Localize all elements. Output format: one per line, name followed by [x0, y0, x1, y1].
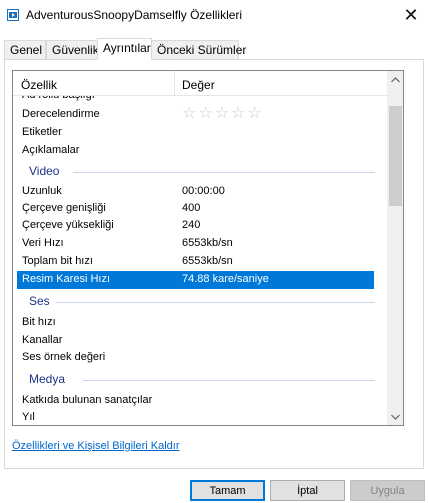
list-item-duration[interactable]: Uzunluk 00:00:00 — [13, 183, 387, 201]
property-name: Uzunluk — [22, 185, 62, 197]
list-item-contributing-artists[interactable]: Katkıda bulunan sanatçılar — [13, 392, 387, 410]
cancel-button[interactable]: İptal — [270, 480, 345, 501]
property-name: Toplam bit hızı — [22, 255, 93, 267]
group-divider — [73, 172, 375, 173]
tab-previous-versions-label: Önceki Sürümler — [157, 43, 247, 57]
list-item-bit-rate[interactable]: Bit hızı — [13, 314, 387, 332]
ok-button[interactable]: Tamam — [190, 480, 265, 501]
list-item-data-rate[interactable]: Veri Hızı 6553kb/sn — [13, 235, 387, 253]
property-name: Yıl — [22, 411, 35, 423]
video-file-icon — [7, 9, 19, 21]
list-item-tags[interactable]: Etiketler — [13, 124, 387, 142]
title-bar: AdventurousSnoopyDamselfly Özellikleri ✕ — [0, 0, 428, 31]
vertical-scrollbar[interactable] — [387, 71, 403, 425]
window-title: AdventurousSnoopyDamselfly Özellikleri — [26, 8, 243, 22]
property-name: Veri Hızı — [22, 237, 64, 249]
list-item-frame-height[interactable]: Çerçeve yüksekliği 240 — [13, 217, 387, 235]
list-body: Ad rollü başlığı Derecelendirme ☆ ☆ ☆ ☆ … — [13, 96, 387, 425]
scroll-up-button[interactable] — [387, 71, 403, 88]
column-header-property[interactable]: Özellik — [13, 71, 175, 96]
tab-previous-versions[interactable]: Önceki Sürümler — [151, 40, 246, 59]
remove-properties-link[interactable]: Özellikleri ve Kişisel Bilgileri Kaldır — [12, 440, 180, 452]
close-icon: ✕ — [403, 5, 419, 25]
property-value: 6553kb/sn — [182, 255, 233, 267]
close-button[interactable]: ✕ — [394, 0, 428, 31]
group-header-video: Video — [13, 163, 387, 181]
list-item-year[interactable]: Yıl — [13, 409, 387, 425]
property-name: Çerçeve genişliği — [22, 202, 106, 214]
group-label: Medya — [29, 372, 72, 386]
column-header-value[interactable]: Değer — [175, 71, 387, 96]
apply-button[interactable]: Uygula — [350, 480, 425, 501]
star-icon[interactable]: ☆ — [182, 106, 196, 122]
tab-details-label: Ayrıntılar — [103, 41, 151, 55]
group-header-audio: Ses — [13, 293, 387, 311]
list-item-total-bitrate[interactable]: Toplam bit hızı 6553kb/sn — [13, 253, 387, 271]
list-item-channels[interactable]: Kanallar — [13, 332, 387, 350]
group-label: Ses — [29, 294, 56, 308]
star-icon[interactable]: ☆ — [247, 106, 261, 122]
chevron-up-icon — [391, 76, 400, 82]
property-name: Derecelendirme — [22, 108, 100, 120]
property-name: Resim Karesi Hızı — [22, 273, 111, 285]
tab-general-label: Genel — [10, 43, 43, 57]
star-icon[interactable]: ☆ — [215, 106, 229, 122]
star-icon[interactable]: ☆ — [231, 106, 245, 122]
property-value: 400 — [182, 202, 201, 214]
list-item-sample-rate[interactable]: Ses örnek değeri — [13, 349, 387, 367]
list-header: Özellik Değer — [13, 71, 387, 96]
scroll-down-button[interactable] — [387, 408, 403, 425]
list-item-rating[interactable]: Derecelendirme ☆ ☆ ☆ ☆ ☆ — [13, 106, 387, 124]
rating-stars[interactable]: ☆ ☆ ☆ ☆ ☆ — [182, 106, 262, 122]
list-item-frame-width[interactable]: Çerçeve genişliği 400 — [13, 200, 387, 218]
group-header-media: Medya — [13, 371, 387, 389]
property-value: 00:00:00 — [182, 185, 225, 197]
property-value: 74.88 kare/saniye — [182, 273, 269, 285]
property-name: Ses örnek değeri — [22, 351, 106, 363]
tab-security-label: Güvenlik — [52, 43, 99, 57]
list-item-comments[interactable]: Açıklamalar — [13, 142, 387, 160]
tab-general[interactable]: Genel — [4, 40, 46, 59]
group-divider — [53, 302, 375, 303]
property-name: Açıklamalar — [22, 144, 80, 156]
list-item-frame-rate-selected[interactable]: Resim Karesi Hızı 74.88 kare/saniye — [17, 271, 374, 289]
property-name: Bit hızı — [22, 316, 56, 328]
star-icon[interactable]: ☆ — [198, 106, 212, 122]
tab-details[interactable]: Ayrıntılar — [97, 38, 152, 60]
property-value: 6553kb/sn — [182, 237, 233, 249]
group-divider — [83, 380, 375, 381]
tab-security[interactable]: Güvenlik — [46, 40, 99, 59]
group-label: Video — [29, 164, 66, 178]
scroll-thumb[interactable] — [389, 106, 402, 206]
property-name: Kanallar — [22, 334, 63, 346]
property-name: Etiketler — [22, 126, 62, 138]
properties-list[interactable]: Özellik Değer Ad rollü başlığı Derecelen… — [12, 70, 404, 426]
property-value: 240 — [182, 219, 201, 231]
property-name: Katkıda bulunan sanatçılar — [22, 394, 153, 406]
property-name: Ad rollü başlığı — [22, 96, 95, 101]
chevron-down-icon — [391, 414, 400, 420]
property-name: Çerçeve yüksekliği — [22, 219, 114, 231]
